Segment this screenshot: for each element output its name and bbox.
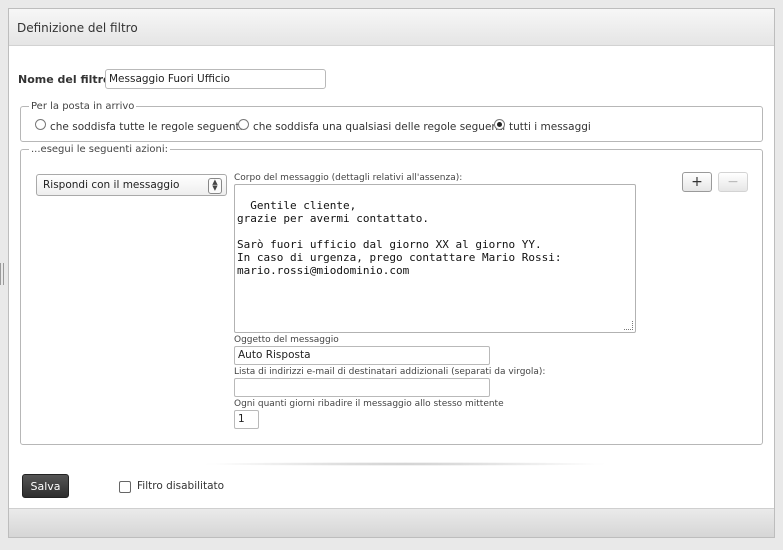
save-button[interactable]: Salva [22,474,69,498]
filter-disabled-checkbox[interactable] [119,481,131,493]
radio-any-rule-label: che soddisfa una qualsiasi delle regole … [253,121,506,133]
addresses-input[interactable] [234,378,490,397]
radio-any-rule[interactable] [238,119,249,130]
message-body-text: Gentile cliente, grazie per avermi conta… [237,199,562,277]
radio-all-rules[interactable] [35,119,46,130]
dialog-titlebar: Definizione del filtro [9,9,774,46]
remove-action-button[interactable]: − [718,172,748,192]
subject-input[interactable]: Auto Risposta [234,346,490,365]
resize-grip-icon[interactable] [624,321,633,330]
actions-legend: ...esegui le seguenti azioni: [31,144,168,155]
days-label: Ogni quanti giorni ribadire il messaggio… [234,399,504,409]
days-input[interactable]: 1 [234,410,259,429]
resize-handle[interactable] [0,263,4,285]
select-arrows-icon: ▲ ▼ [208,178,222,194]
dialog-title: Definizione del filtro [17,21,138,35]
radio-all-messages[interactable] [494,119,505,130]
action-select[interactable]: Rispondi con il messaggio ▲ ▼ [36,174,227,196]
radio-all-messages-label: tutti i messaggi [509,121,591,133]
subject-label: Oggetto del messaggio [234,335,339,345]
add-action-button[interactable]: + [682,172,712,192]
body-label: Corpo del messaggio (dettagli relativi a… [234,173,463,183]
action-select-value: Rispondi con il messaggio [43,179,180,191]
filter-disabled-label: Filtro disabilitato [137,480,225,492]
addresses-label: Lista di indirizzi e-mail di destinatari… [234,367,546,377]
filter-name-input[interactable]: Messaggio Fuori Ufficio [105,69,326,89]
dialog-footer-bar [9,508,774,537]
radio-all-rules-label: che soddisfa tutte le regole seguenti [50,121,243,133]
filter-name-label: Nome del filtro: [18,73,116,86]
incoming-mail-legend: Per la posta in arrivo [31,101,135,112]
message-body-textarea[interactable]: Gentile cliente, grazie per avermi conta… [234,184,636,333]
divider [200,462,610,466]
